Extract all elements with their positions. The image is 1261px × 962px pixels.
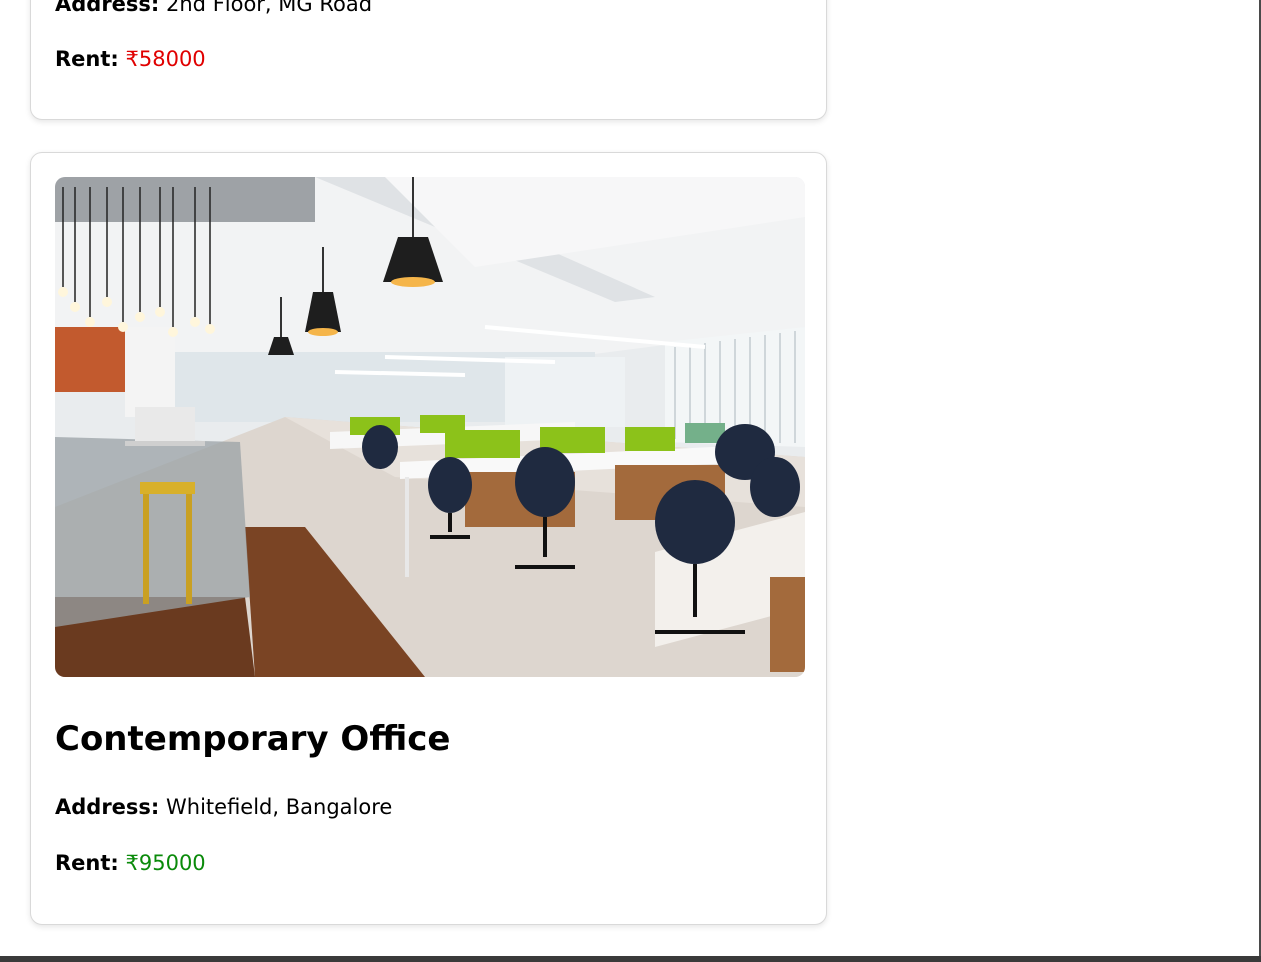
rent-value: ₹58000	[125, 47, 206, 71]
rent-value: ₹95000	[125, 851, 206, 875]
window-bottom-edge	[0, 956, 1261, 962]
office-image	[55, 177, 805, 677]
address-label: Address:	[55, 795, 160, 819]
rent-line: Rent: ₹58000	[55, 46, 206, 72]
address-value: Whitefield, Bangalore	[166, 795, 393, 819]
address-line: Address: 2nd Floor, MG Road	[55, 0, 372, 17]
listing-card: Contemporary Office Address: Whitefield,…	[30, 152, 827, 925]
address-label: Address:	[55, 0, 160, 16]
rent-line: Rent: ₹95000	[55, 850, 206, 876]
listing-photo	[55, 177, 805, 677]
address-line: Address: Whitefield, Bangalore	[55, 794, 392, 820]
address-value: 2nd Floor, MG Road	[166, 0, 373, 16]
listing-card: Address: 2nd Floor, MG Road Rent: ₹58000	[30, 0, 827, 120]
listing-title: Contemporary Office	[55, 719, 451, 759]
rent-label: Rent:	[55, 47, 119, 71]
listings-page: Address: 2nd Floor, MG Road Rent: ₹58000	[0, 0, 1261, 962]
rent-label: Rent:	[55, 851, 119, 875]
